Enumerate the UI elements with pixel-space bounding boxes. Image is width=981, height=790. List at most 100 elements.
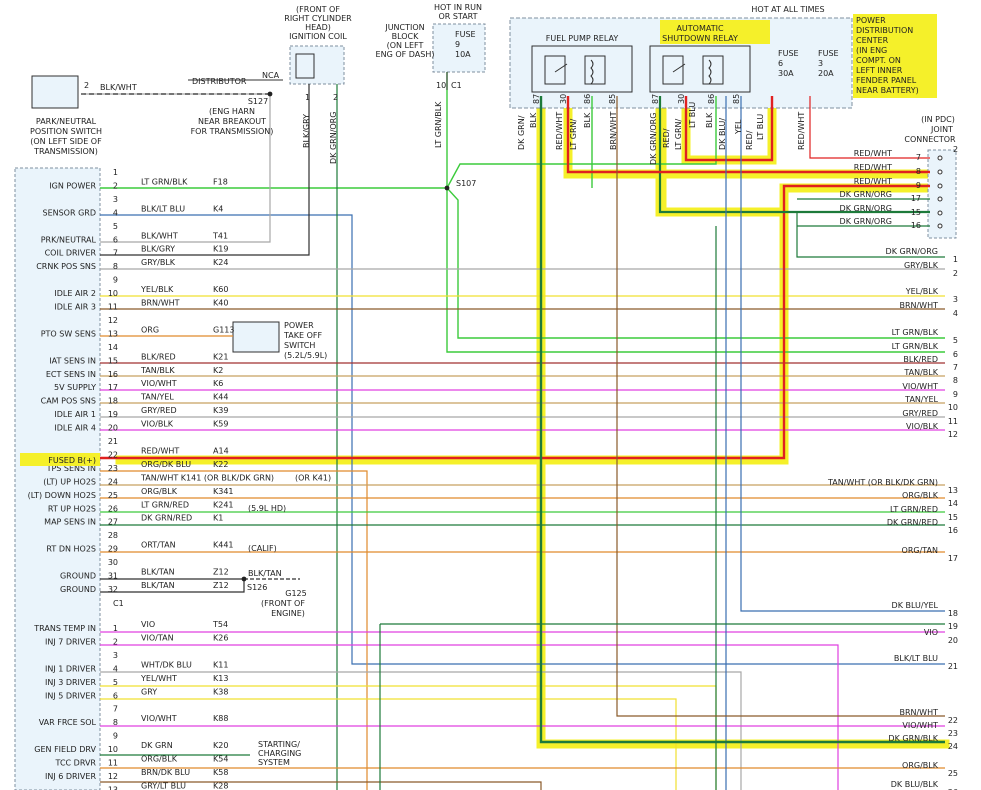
relay-wire-label-9: LT BLU bbox=[688, 102, 697, 128]
right-pin-1: 1 bbox=[953, 255, 958, 264]
pcm-c2-pin-11: 11 bbox=[108, 759, 118, 768]
junction-block-line-4: ENG OF DASH) bbox=[376, 50, 435, 59]
pcm-label-26: RT UP HO2S bbox=[48, 504, 96, 513]
wire-sensor-grd bbox=[100, 214, 945, 665]
pcm-c2-label-2: INJ 7 DRIVER bbox=[45, 637, 96, 646]
park-neutral-line-1: PARK/NEUTRAL bbox=[36, 117, 97, 126]
joint-connector-line-1: (IN PDC) bbox=[921, 115, 955, 124]
starting-line-2: CHARGING bbox=[258, 749, 301, 758]
pcm-wire-29: ORT/TAN bbox=[141, 541, 176, 550]
relay-wire-label-11: BLK bbox=[705, 112, 714, 128]
vertical-wire-label-0: BLK/GRY bbox=[302, 114, 311, 148]
right-wire-7: BLK/RED bbox=[903, 355, 938, 364]
fuse9-pin: 10 bbox=[436, 81, 446, 90]
pcm-c2-pin-3: 3 bbox=[113, 651, 118, 660]
pcm-circuit-2: F18 bbox=[213, 177, 228, 186]
pcm-label-27: MAP SENS IN bbox=[44, 518, 96, 527]
jc-wire-8: RED/WHT bbox=[854, 163, 892, 172]
pcm-wire-10: YEL/BLK bbox=[140, 285, 174, 294]
hot-at-all-times: HOT AT ALL TIMES bbox=[751, 5, 824, 14]
pcm-label-7: COIL DRIVER bbox=[45, 249, 97, 258]
park-neutral-pin: 2 bbox=[84, 81, 89, 90]
pcm-c1-pin-27: 27 bbox=[108, 518, 118, 527]
jc-terminal-5 bbox=[937, 223, 943, 229]
pcm-circuit-7: K19 bbox=[213, 245, 228, 254]
jc-pin-16: 16 bbox=[911, 221, 921, 230]
fuel-pump-relay-box bbox=[531, 45, 633, 93]
jc-terminal-0 bbox=[937, 155, 943, 161]
right-pin-19: 19 bbox=[948, 622, 958, 631]
pcm-circuit-8: K24 bbox=[213, 258, 228, 267]
pcm-wire-26: LT GRN/RED bbox=[141, 500, 189, 509]
pcm-c1-pin-23: 23 bbox=[108, 464, 118, 473]
junction-block-line-2: BLOCK bbox=[392, 32, 420, 41]
pcm-circuit-20: K59 bbox=[213, 420, 228, 429]
joint-connector-pin: 2 bbox=[953, 145, 958, 154]
pcm-circuit-22: A14 bbox=[213, 446, 229, 455]
nca-label: NCA bbox=[262, 71, 280, 80]
relay-pin-5: 30 bbox=[677, 94, 686, 104]
relay-wire-label-5: BRN/WHT bbox=[609, 111, 618, 150]
relay-wire-label-6: DK GRN/ORG bbox=[649, 113, 658, 165]
right-wire-9: VIO/WHT bbox=[902, 382, 938, 391]
ignition-coil-line-3: HEAD) bbox=[305, 23, 331, 32]
pcm-c2-label-12: INJ 6 DRIVER bbox=[45, 772, 96, 781]
right-pin-22: 22 bbox=[948, 716, 958, 725]
pto-switch-box bbox=[232, 321, 280, 353]
pdc-line-5: COMPT. ON bbox=[856, 56, 901, 65]
pcm-label-31: GROUND bbox=[60, 572, 96, 581]
asd-relay-line-2: SHUTDOWN RELAY bbox=[662, 34, 738, 43]
right-pin-14: 14 bbox=[948, 499, 958, 508]
pcm-label-29: RT DN HO2S bbox=[46, 545, 96, 554]
s127-line-2: (ENG HARN bbox=[209, 107, 255, 116]
g125-line-3: ENGINE) bbox=[271, 609, 305, 618]
pcm-circuit-25: K341 bbox=[213, 487, 234, 496]
pcm-label-13: PTO SW SENS bbox=[41, 329, 96, 338]
pto-line-4: (5.2L/5.9L) bbox=[284, 351, 327, 360]
splice-s107 bbox=[444, 185, 450, 191]
junction-block-line-1: JUNCTION bbox=[384, 23, 424, 32]
pcm-wire-4: BLK/LT BLU bbox=[141, 204, 185, 213]
pcm-circuit-32: Z12 bbox=[213, 581, 229, 590]
calif-note: (CALIF) bbox=[248, 544, 277, 553]
right-pin-15: 15 bbox=[948, 513, 958, 522]
pcm-label-15: IAT SENS IN bbox=[49, 356, 96, 365]
right-pin-16: 16 bbox=[948, 526, 958, 535]
relay-pin-4: 87 bbox=[651, 94, 660, 104]
pcm-wire-7: BLK/GRY bbox=[141, 245, 175, 254]
pcm-circuit-4: K4 bbox=[213, 204, 223, 213]
pcm-label-10: IDLE AIR 2 bbox=[54, 289, 96, 298]
pdc-line-8: NEAR BATTERY) bbox=[856, 86, 919, 95]
jc-pin-17: 17 bbox=[911, 194, 921, 203]
pcm-c1-pin-16: 16 bbox=[108, 370, 118, 379]
pdc-line-6: LEFT INNER bbox=[856, 66, 903, 75]
fuse9-line-1: FUSE bbox=[455, 30, 476, 39]
asd-relay-line-1: AUTOMATIC bbox=[676, 24, 724, 33]
relay-wire-label-7: RED/ bbox=[662, 128, 671, 148]
pcm-c1-pin-26: 26 bbox=[108, 504, 118, 513]
relay-wire-label-14: LT BLU bbox=[756, 114, 765, 140]
fuse6-line-3: 30A bbox=[778, 69, 794, 78]
pcm-c1-pin-15: 15 bbox=[108, 356, 118, 365]
pcm-circuit-26: K241 bbox=[213, 500, 234, 509]
pcm-wire-13: ORG bbox=[141, 325, 159, 334]
fuse3-line-3: 20A bbox=[818, 69, 834, 78]
pcm-c1-pin-31: 31 bbox=[108, 572, 118, 581]
fuse3-line-1: FUSE bbox=[818, 49, 839, 58]
pcm-c2-circuit-13: K28 bbox=[213, 781, 228, 790]
pcm-c2-wire-10: DK GRN bbox=[141, 741, 173, 750]
park-neutral-line-4: TRANSMISSION) bbox=[33, 147, 98, 156]
pcm-c1-pin-12: 12 bbox=[108, 316, 118, 325]
pdc-line-2: DISTRIBUTION bbox=[856, 26, 913, 35]
pcm-c2-pin-10: 10 bbox=[108, 745, 118, 754]
relay-pin-6: 86 bbox=[707, 94, 716, 104]
right-pin-13: 13 bbox=[948, 486, 958, 495]
pcm-wire-8: GRY/BLK bbox=[141, 258, 176, 267]
ignition-coil-line-1: (FRONT OF bbox=[296, 5, 340, 14]
pcm-label-16: ECT SENS IN bbox=[46, 370, 96, 379]
highlight-layer bbox=[115, 91, 950, 749]
pcm-label-18: CAM POS SNS bbox=[41, 397, 96, 406]
jc-terminal-2 bbox=[937, 183, 943, 189]
relay-pin-3: 85 bbox=[608, 94, 617, 104]
pcm-c1-pin-19: 19 bbox=[108, 410, 118, 419]
